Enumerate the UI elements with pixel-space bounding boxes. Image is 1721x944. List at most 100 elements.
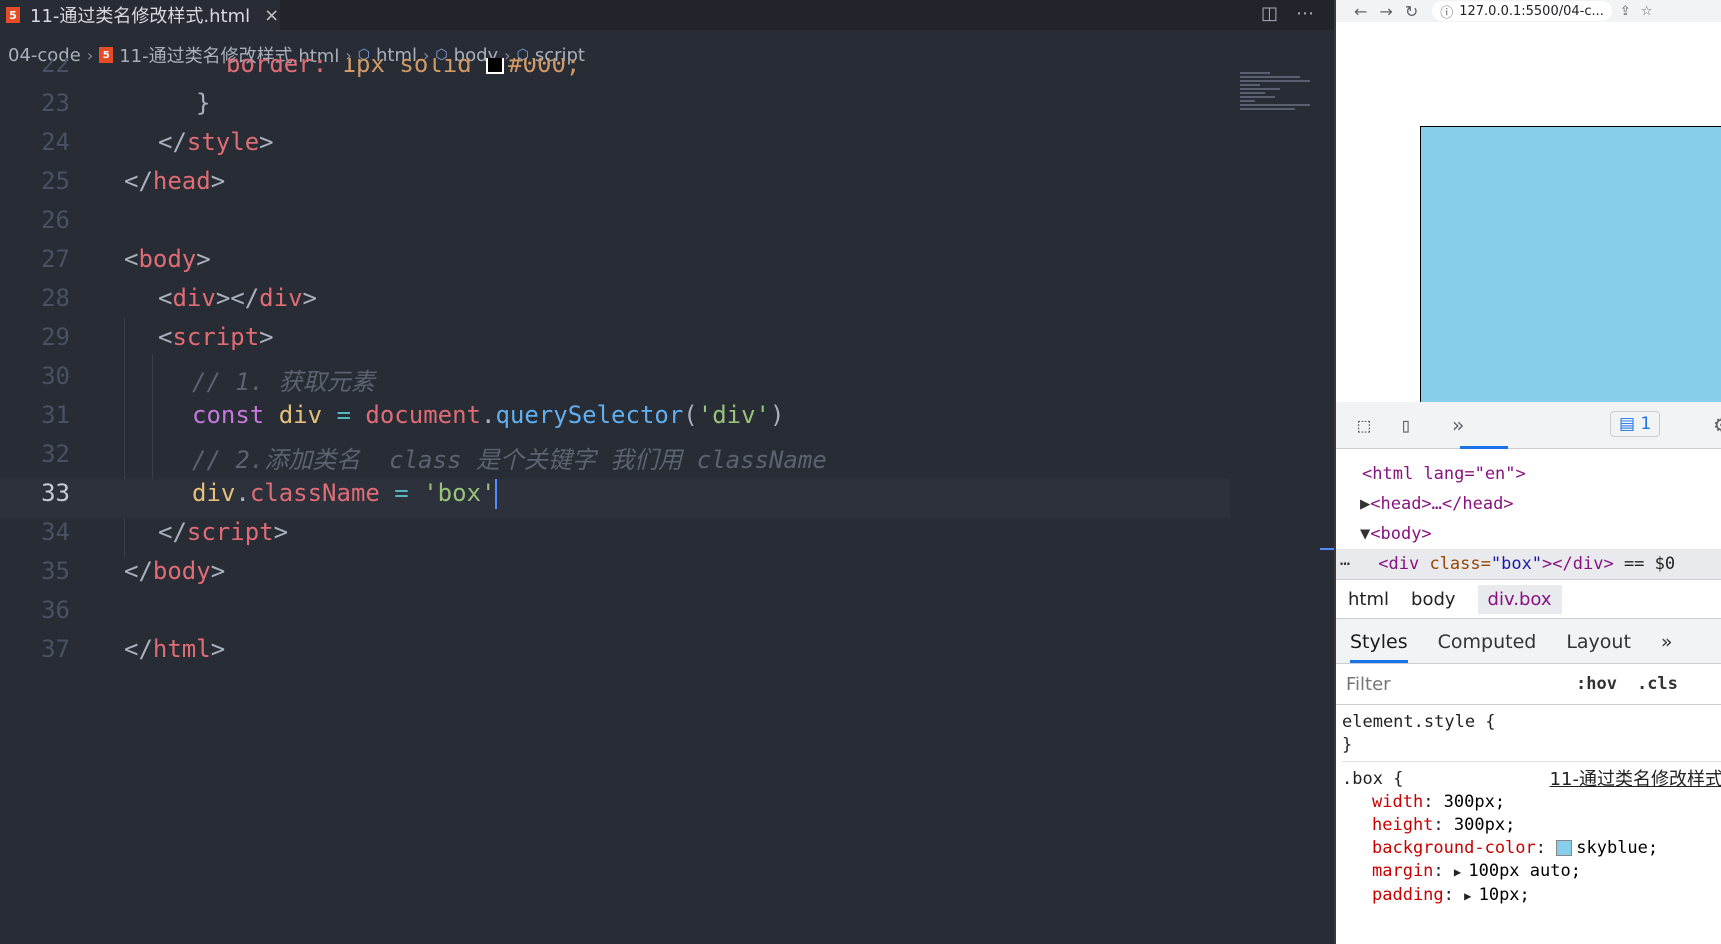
code-token: script [186, 518, 274, 546]
reload-icon[interactable]: ↻ [1405, 2, 1418, 21]
code-token: border: [226, 58, 342, 78]
css-declaration[interactable]: width: 300px; [1342, 791, 1721, 814]
filter-input[interactable]: Filter [1346, 674, 1556, 695]
dom-node-text: <div [1378, 554, 1420, 574]
code-token: </ [124, 557, 153, 585]
expand-arrow-icon[interactable]: ▶ [1360, 494, 1370, 514]
sky-blue-box[interactable] [1420, 126, 1721, 403]
url-field[interactable]: ⓘ 127.0.0.1:5500/04-c... [1432, 1, 1612, 21]
tab-title: 11-通过类名修改样式.html [30, 6, 251, 27]
more-tabs-icon[interactable]: » [1444, 411, 1472, 439]
styles-filter-bar: Filter :hov .cls [1336, 664, 1721, 705]
code-token: > [259, 323, 274, 351]
code-line: 37 </html> [0, 635, 1230, 674]
share-icon[interactable]: ⇪ [1620, 4, 1631, 19]
css-declaration[interactable]: margin: ▶ 100px auto; [1342, 860, 1721, 884]
browser-window: ← → ↻ ⓘ 127.0.0.1:5500/04-c... ⇪ ☆ ⬚ ▯ »… [1334, 0, 1721, 944]
line-number: 22 [41, 58, 70, 78]
code-token: ( [683, 401, 698, 429]
more-tabs-icon[interactable]: » [1661, 631, 1673, 663]
code-token: 1px solid [341, 58, 487, 78]
collapse-arrow-icon[interactable]: ▼ [1360, 524, 1370, 544]
css-prop-name: background-color [1372, 838, 1536, 858]
code-token: className [249, 479, 380, 507]
code-token: 'box' [423, 479, 496, 507]
ellipsis-icon[interactable]: ⋯ [1336, 554, 1350, 574]
code-line: 34 </script> [0, 518, 1230, 557]
html5-icon: 5 [6, 7, 20, 23]
dom-crumb-current[interactable]: div.box [1477, 584, 1562, 614]
dom-crumb[interactable]: body [1411, 589, 1456, 610]
issues-icon: ▤ [1619, 414, 1641, 434]
code-line: 36 [0, 596, 1230, 635]
inspect-element-icon[interactable]: ⬚ [1350, 411, 1378, 439]
code-token: . [481, 401, 496, 429]
code-line: 29 <script> [0, 323, 1230, 362]
css-prop-value: 300px; [1453, 815, 1516, 835]
code-token: div [264, 401, 337, 429]
css-prop-value: 10px; [1478, 885, 1530, 905]
line-number: 27 [41, 245, 70, 273]
code-line: 35 </body> [0, 557, 1230, 596]
line-number: 37 [41, 635, 70, 663]
forward-icon[interactable]: → [1379, 2, 1392, 21]
tab-layout[interactable]: Layout [1566, 631, 1631, 663]
code-token: < [124, 245, 139, 273]
line-number: 23 [41, 89, 70, 117]
cls-toggle[interactable]: .cls [1637, 674, 1678, 694]
close-icon[interactable]: × [264, 5, 279, 26]
code-token: body [138, 245, 197, 273]
code-token: div [172, 284, 216, 312]
css-declaration[interactable]: height: 300px; [1342, 814, 1721, 837]
line-number: 32 [41, 440, 70, 468]
code-token: > [273, 518, 289, 546]
code-token: querySelector [495, 401, 684, 429]
code-token: = [379, 479, 424, 507]
dom-node-ref: == $0 [1613, 554, 1676, 574]
code-comment: // 1. 获取元素 [192, 368, 375, 396]
expand-arrow-icon[interactable]: ▶ [1454, 865, 1468, 879]
code-token: 'div' [697, 401, 770, 429]
code-line: 27 <body> [0, 245, 1230, 284]
box-style-rule: .box { 11-通过类名修改样式 width: 300px; height: … [1342, 762, 1721, 912]
line-number: 36 [41, 596, 70, 624]
code-token: div [192, 479, 236, 507]
css-declaration[interactable]: background-color: skyblue; [1342, 837, 1721, 860]
code-comment: // 2.添加类名 class 是个关键字 我们用 className [192, 446, 827, 474]
expand-arrow-icon[interactable]: ▶ [1464, 889, 1478, 903]
dom-node-div-selected[interactable]: ⋯ <div class="box"></div> == $0 [1336, 549, 1721, 579]
dom-node-body[interactable]: ▼<body> [1336, 519, 1721, 549]
rule-source-link[interactable]: 11-通过类名修改样式 [1550, 768, 1721, 791]
code-line: 28 <div></div> [0, 284, 1230, 323]
split-editor-icon[interactable]: ◫ [1261, 3, 1278, 24]
rule-selector[interactable]: .box { [1342, 769, 1403, 789]
address-bar: ← → ↻ ⓘ 127.0.0.1:5500/04-c... ⇪ ☆ [1336, 0, 1721, 22]
styles-tabs: Styles Computed Layout » [1336, 619, 1721, 664]
tab-computed[interactable]: Computed [1438, 631, 1537, 663]
dom-node-html[interactable]: <html lang="en"> [1336, 459, 1721, 489]
dom-node-text: <head>…</head> [1370, 494, 1514, 514]
issues-badge[interactable]: ▤ 1 [1610, 411, 1661, 437]
color-swatch[interactable] [1556, 840, 1573, 856]
code-token: document [350, 401, 481, 429]
issues-count: 1 [1640, 414, 1652, 434]
css-declaration[interactable]: padding: ▶ 10px; [1342, 884, 1721, 908]
code-line: 24 </style> [0, 128, 1230, 167]
hov-toggle[interactable]: :hov [1576, 674, 1617, 694]
code-line: 22 border: 1px solid #000; [0, 58, 1230, 89]
gear-icon[interactable]: ⚙ [1715, 410, 1721, 438]
code-area[interactable]: 22 border: 1px solid #000; 23 } 24 </sty… [0, 58, 1230, 944]
minimap[interactable] [1240, 70, 1320, 150]
back-icon[interactable]: ← [1354, 2, 1367, 21]
editor-tab[interactable]: 5 11-通过类名修改样式.html × [0, 0, 280, 30]
code-token: </ [158, 518, 187, 546]
more-actions-icon[interactable]: ⋯ [1296, 3, 1314, 24]
dom-node-head[interactable]: ▶<head>…</head> [1336, 489, 1721, 519]
star-icon[interactable]: ☆ [1641, 4, 1653, 19]
rule-selector[interactable]: element.style { [1342, 711, 1721, 734]
tab-styles[interactable]: Styles [1350, 631, 1408, 663]
device-toolbar-icon[interactable]: ▯ [1392, 411, 1420, 439]
css-prop-value: 300px; [1443, 792, 1506, 812]
dom-crumb[interactable]: html [1348, 589, 1389, 610]
code-token: } [196, 89, 211, 117]
